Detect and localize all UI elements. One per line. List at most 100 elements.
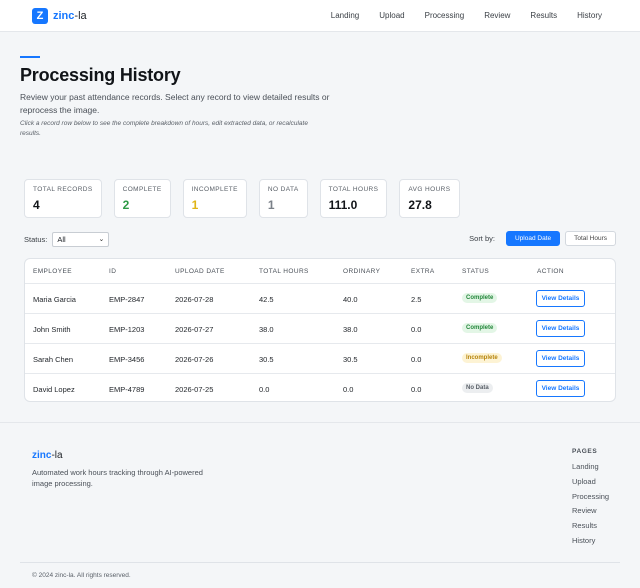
sort-label: Sort by: (469, 234, 495, 243)
stat-value: 4 (33, 198, 40, 212)
chevron-down-icon: ⌄ (98, 236, 105, 243)
stat-value: 1 (191, 198, 199, 212)
nav-link-landing[interactable]: Landing (331, 11, 359, 20)
stat-label: Incomplete (191, 186, 238, 193)
status-badge: No Data (462, 383, 493, 393)
brand-name: zinc-la (53, 10, 87, 22)
history-table: Employee ID Upload Date Total Hours Ordi… (24, 258, 616, 402)
page-title: Processing History (20, 65, 181, 85)
footer-link-history[interactable]: History (572, 536, 609, 551)
footer-brand[interactable]: zinc-la (32, 450, 63, 461)
column-header-upload-date: Upload Date (175, 268, 225, 275)
footer-brand-rest: -la (51, 450, 63, 461)
nav-link-review[interactable]: Review (484, 11, 510, 20)
sort-upload-date-button[interactable]: Upload Date (505, 231, 561, 246)
view-details-button[interactable]: View Details (536, 320, 585, 337)
column-header-total-hours: Total Hours (259, 268, 309, 275)
stat-card-complete: Complete 2 (113, 179, 171, 218)
status-badge: Complete (462, 323, 498, 333)
view-details-button[interactable]: View Details (536, 290, 585, 307)
cell-id: EMP-2847 (109, 295, 145, 304)
footer-divider (20, 562, 620, 563)
footer-link-landing[interactable]: Landing (572, 462, 609, 477)
stat-label: No Data (267, 186, 299, 193)
stat-label: Avg Hours (408, 186, 451, 193)
table-header: Employee ID Upload Date Total Hours Ordi… (25, 259, 615, 284)
footer-description: Automated work hours tracking through AI… (32, 468, 203, 488)
stat-value: 111.0 (328, 198, 358, 212)
page-hint: Click a record row below to see the comp… (20, 120, 308, 137)
brand-name-accent: zinc (53, 10, 75, 22)
column-header-ordinary: Ordinary (343, 268, 381, 275)
cell-employee: Sarah Chen (33, 355, 74, 364)
cell-total-hours: 30.5 (259, 355, 274, 364)
status-badge: Complete (462, 293, 498, 303)
nav-link-upload[interactable]: Upload (379, 11, 404, 20)
footer: zinc-la Automated work hours tracking th… (0, 422, 640, 588)
nav-link-results[interactable]: Results (530, 11, 557, 20)
cell-total-hours: 0.0 (259, 385, 270, 394)
nav-link-history[interactable]: History (577, 11, 602, 20)
nav-links: Landing Upload Processing Review Results… (311, 11, 602, 20)
cell-extra: 0.0 (411, 325, 422, 334)
view-details-button[interactable]: View Details (536, 350, 585, 367)
footer-link-upload[interactable]: Upload (572, 477, 609, 492)
cell-ordinary: 40.0 (343, 295, 358, 304)
cell-upload-date: 2026-07-26 (175, 355, 214, 364)
footer-copyright: © 2024 zinc-la. All rights reserved. (32, 572, 131, 579)
stat-value: 2 (122, 198, 130, 212)
brand-name-rest: -la (74, 10, 87, 22)
footer-pages-heading: Pages (572, 448, 598, 455)
top-navbar: Z zinc-la Landing Upload Processing Revi… (0, 0, 640, 32)
table-row[interactable]: Maria Garcia EMP-2847 2026-07-28 42.5 40… (25, 284, 615, 314)
footer-link-review[interactable]: Review (572, 506, 609, 521)
column-header-employee: Employee (33, 268, 72, 275)
status-filter: Status: All ⌄ (24, 232, 110, 247)
cell-extra: 2.5 (411, 295, 422, 304)
cell-employee: David Lopez (33, 385, 75, 394)
column-header-extra: Extra (411, 268, 435, 275)
page-subtitle: Review your past attendance records. Sel… (20, 92, 330, 115)
stat-card-total-hours: Total Hours 111.0 (319, 179, 388, 218)
stat-label: Total Hours (328, 186, 379, 193)
status-select-value: All (57, 235, 66, 244)
column-header-status: Status (462, 268, 490, 275)
stat-card-incomplete: Incomplete 1 (182, 179, 247, 218)
footer-links: Landing Upload Processing Review Results… (572, 462, 609, 551)
sort-controls: Sort by: Upload Date Total Hours (469, 231, 616, 246)
cell-total-hours: 38.0 (259, 325, 274, 334)
sort-total-hours-button[interactable]: Total Hours (565, 231, 616, 246)
column-header-action: Action (537, 268, 564, 275)
stat-card-no-data: No Data 1 (258, 179, 308, 218)
footer-link-processing[interactable]: Processing (572, 492, 609, 507)
cell-ordinary: 38.0 (343, 325, 358, 334)
title-accent-bar (20, 56, 40, 58)
cell-extra: 0.0 (411, 385, 422, 394)
cell-extra: 0.0 (411, 355, 422, 364)
cell-ordinary: 0.0 (343, 385, 354, 394)
footer-link-results[interactable]: Results (572, 521, 609, 536)
nav-link-processing[interactable]: Processing (425, 11, 465, 20)
cell-employee: John Smith (33, 325, 71, 334)
table-row[interactable]: Sarah Chen EMP-3456 2026-07-26 30.5 30.5… (25, 344, 615, 374)
cell-upload-date: 2026-07-27 (175, 325, 214, 334)
stat-label: Total Records (33, 186, 93, 193)
status-filter-label: Status: (24, 235, 48, 244)
stat-label: Complete (122, 186, 162, 193)
view-details-button[interactable]: View Details (536, 380, 585, 397)
cell-total-hours: 42.5 (259, 295, 274, 304)
brand[interactable]: Z zinc-la (32, 8, 87, 24)
footer-brand-accent: zinc (32, 450, 52, 461)
logo-icon: Z (32, 8, 48, 24)
stat-value: 1 (267, 198, 275, 212)
stat-value: 27.8 (408, 198, 432, 212)
stat-card-total-records: Total Records 4 (24, 179, 102, 218)
table-row[interactable]: John Smith EMP-1203 2026-07-27 38.0 38.0… (25, 314, 615, 344)
cell-upload-date: 2026-07-25 (175, 385, 214, 394)
cell-upload-date: 2026-07-28 (175, 295, 214, 304)
cell-id: EMP-3456 (109, 355, 145, 364)
status-select[interactable]: All ⌄ (52, 232, 110, 247)
cell-ordinary: 30.5 (343, 355, 358, 364)
table-row[interactable]: David Lopez EMP-4789 2026-07-25 0.0 0.0 … (25, 374, 615, 401)
stats-row: Total Records 4 Complete 2 Incomplete 1 … (24, 179, 472, 218)
